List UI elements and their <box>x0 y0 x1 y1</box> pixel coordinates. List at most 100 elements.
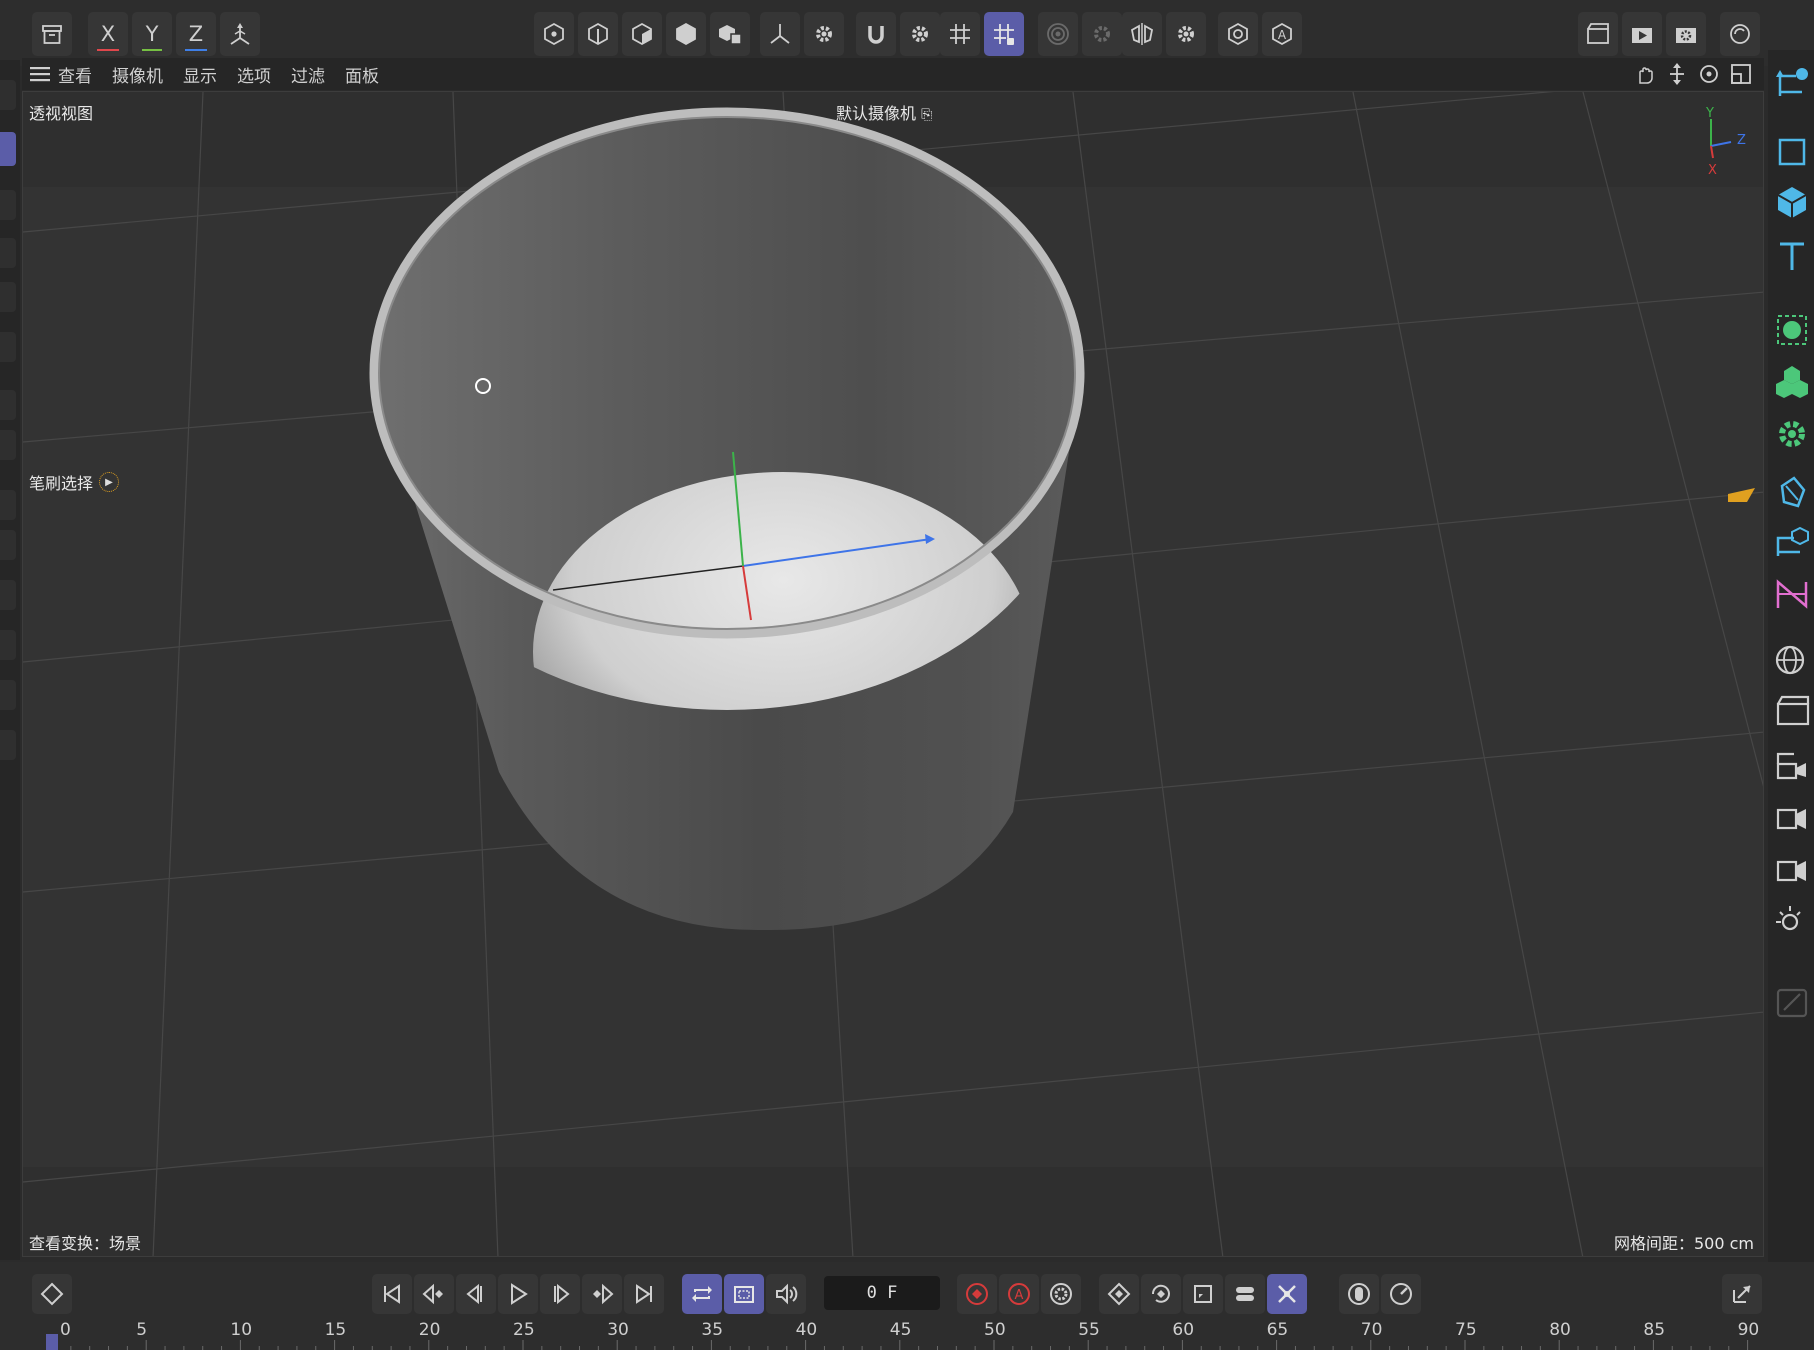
menu-camera[interactable]: 摄像机 <box>112 62 163 87</box>
playhead[interactable] <box>46 1334 58 1350</box>
polygons-mode-icon[interactable] <box>622 12 662 56</box>
workplane-snap-icon[interactable] <box>984 12 1024 56</box>
settings-icon[interactable] <box>804 12 844 56</box>
world-axis-icon[interactable] <box>220 12 260 56</box>
tool-slot[interactable] <box>0 730 16 760</box>
scene-clapper-icon[interactable] <box>1772 688 1814 732</box>
text-object-icon[interactable] <box>1772 234 1814 278</box>
menu-display[interactable]: 显示 <box>183 62 217 87</box>
edit-disabled-icon[interactable] <box>1772 980 1814 1024</box>
previous-frame-icon[interactable] <box>456 1274 496 1314</box>
scale-tool[interactable] <box>0 332 16 362</box>
tool-slot[interactable] <box>0 530 16 560</box>
timeline-bar: 0 F A 0 5 10 15 20 25 30 35 40 45 50 55 60 65 70 75 80 85… <box>0 1262 1814 1350</box>
tool-slot[interactable] <box>0 490 16 520</box>
autokey-icon[interactable]: A <box>999 1274 1039 1314</box>
cloner-icon[interactable] <box>1772 360 1814 404</box>
light-object-icon[interactable] <box>1772 898 1814 942</box>
keyframe-diamond-icon[interactable] <box>32 1274 72 1314</box>
undo-view-icon[interactable] <box>1720 12 1760 56</box>
soft-selection-icon[interactable] <box>1038 12 1078 56</box>
pan-hand-icon[interactable] <box>1632 61 1658 87</box>
expand-timeline-icon[interactable] <box>1722 1274 1762 1314</box>
maximize-view-icon[interactable] <box>1728 61 1754 87</box>
sound-icon[interactable] <box>766 1274 806 1314</box>
tool-slot[interactable] <box>0 630 16 660</box>
tool-slot[interactable] <box>0 580 16 610</box>
next-frame-icon[interactable] <box>540 1274 580 1314</box>
grid-snap-icon[interactable] <box>940 12 980 56</box>
key-parameter-icon[interactable] <box>1225 1274 1265 1314</box>
settings-icon[interactable] <box>1082 12 1122 56</box>
hamburger-menu-icon[interactable] <box>22 58 58 90</box>
timeline-tick-label: 85 <box>1643 1320 1666 1340</box>
play-icon[interactable] <box>498 1274 538 1314</box>
field-object-icon[interactable] <box>1772 520 1814 564</box>
plane-object-icon[interactable] <box>1772 130 1814 174</box>
motion-system-icon[interactable] <box>1339 1274 1379 1314</box>
loop-icon[interactable] <box>682 1274 722 1314</box>
orbit-icon[interactable] <box>1696 61 1722 87</box>
axis-mode-icon[interactable] <box>760 12 800 56</box>
render-region-icon[interactable] <box>1578 12 1618 56</box>
key-rotation-icon[interactable] <box>1141 1274 1181 1314</box>
perspective-viewport[interactable]: Y Z X 透视视图 默认摄像机 ⎘ 笔刷选择 ▶ 查看变换：场景 网格间距：5… <box>22 91 1764 1257</box>
camera-object-icon[interactable] <box>1772 794 1814 838</box>
render-view-icon[interactable] <box>1218 12 1258 56</box>
render-view-icon[interactable] <box>1622 12 1662 56</box>
key-position-icon[interactable] <box>1099 1274 1139 1314</box>
move-tool[interactable] <box>0 238 16 268</box>
tool-slot[interactable] <box>0 190 16 220</box>
camera-object-icon[interactable] <box>1772 742 1814 786</box>
points-mode-icon[interactable] <box>534 12 574 56</box>
key-pla-icon[interactable] <box>1267 1274 1307 1314</box>
timeline-settings-icon[interactable] <box>1381 1274 1421 1314</box>
texture-mode-icon[interactable] <box>710 12 750 56</box>
axis-z-button[interactable]: Z <box>176 12 216 56</box>
dolly-icon[interactable] <box>1664 61 1690 87</box>
object-mode-icon[interactable] <box>666 12 706 56</box>
spline-pink-icon[interactable] <box>1772 572 1814 616</box>
key-scale-icon[interactable] <box>1183 1274 1223 1314</box>
record-icon[interactable] <box>957 1274 997 1314</box>
generator-green-icon[interactable] <box>1772 308 1814 352</box>
magnet-icon[interactable] <box>856 12 896 56</box>
archive-icon[interactable] <box>32 12 72 56</box>
menu-filter[interactable]: 过滤 <box>291 62 325 87</box>
go-to-start-icon[interactable] <box>372 1274 412 1314</box>
edges-mode-icon[interactable] <box>578 12 618 56</box>
tool-slot[interactable] <box>0 390 16 420</box>
camera-name-label[interactable]: 默认摄像机 ⎘ <box>836 100 932 124</box>
axis-y-button[interactable]: Y <box>132 12 172 56</box>
toolbar-group-file <box>32 12 72 56</box>
symmetry-icon[interactable] <box>1122 12 1162 56</box>
tool-slot[interactable] <box>0 430 16 460</box>
deformer-icon[interactable] <box>1772 470 1814 514</box>
menu-options[interactable]: 选项 <box>237 62 271 87</box>
menu-panel[interactable]: 面板 <box>345 62 379 87</box>
coordinate-system-icon[interactable] <box>1772 60 1814 104</box>
go-to-end-icon[interactable] <box>624 1274 664 1314</box>
camera-object-icon[interactable] <box>1772 846 1814 890</box>
effector-icon[interactable] <box>1772 412 1814 456</box>
menu-view[interactable]: 查看 <box>58 62 92 87</box>
tool-hint-icon[interactable]: ▶ <box>99 472 120 492</box>
next-key-icon[interactable] <box>582 1274 622 1314</box>
environment-icon[interactable] <box>1772 638 1814 682</box>
auto-icon[interactable]: A <box>1262 12 1302 56</box>
timeline-tick-label: 15 <box>324 1320 347 1340</box>
cube-object-icon[interactable] <box>1772 180 1814 224</box>
render-settings-icon[interactable] <box>1666 12 1706 56</box>
settings-icon[interactable] <box>1166 12 1206 56</box>
tool-slot[interactable] <box>0 80 16 110</box>
previous-key-icon[interactable] <box>414 1274 454 1314</box>
axis-x-button[interactable]: X <box>88 12 128 56</box>
brush-select-tool[interactable] <box>0 132 16 166</box>
current-frame-field[interactable]: 0 F <box>824 1276 940 1310</box>
settings-icon[interactable] <box>900 12 940 56</box>
rotate-tool[interactable] <box>0 282 16 312</box>
preview-range-icon[interactable] <box>724 1274 764 1314</box>
tool-slot[interactable] <box>0 680 16 710</box>
keyframe-settings-icon[interactable] <box>1041 1274 1081 1314</box>
camera-switch-icon[interactable]: ⎘ <box>921 107 932 123</box>
